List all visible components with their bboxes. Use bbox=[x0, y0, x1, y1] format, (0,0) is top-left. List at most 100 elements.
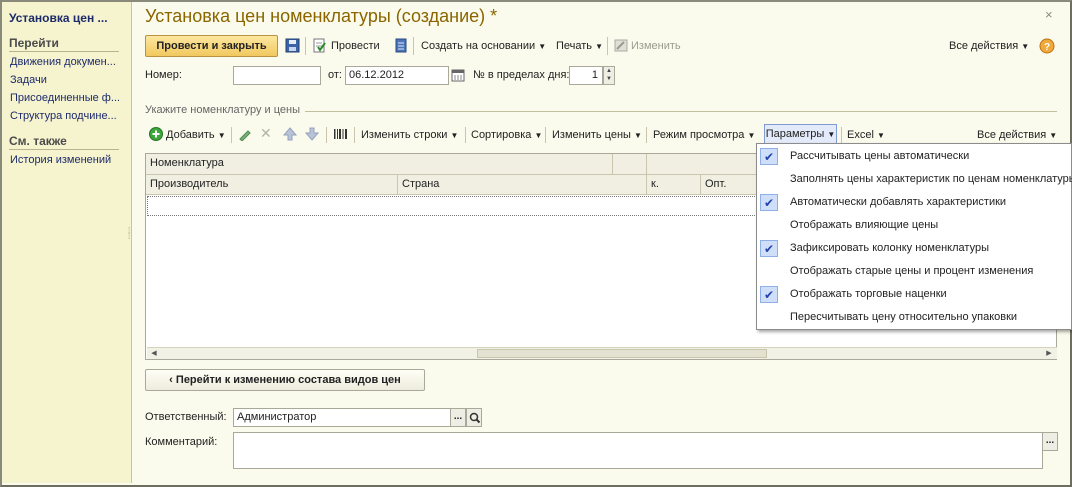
menu-item-show-old-prices[interactable]: Отображать старые цены и процент изменен… bbox=[757, 260, 1071, 283]
menu-item-label: Пересчитывать цену относительно упаковки bbox=[790, 311, 1018, 323]
nav-link-tasks[interactable]: Задачи bbox=[10, 74, 122, 86]
column-header-nomenclature[interactable]: Номенклатура bbox=[146, 154, 613, 175]
responsible-label: Ответственный: bbox=[145, 411, 227, 423]
table-all-actions-label: Все действия bbox=[977, 129, 1047, 141]
chevron-down-icon: ▼ bbox=[634, 131, 642, 140]
toolbar-separator bbox=[841, 127, 842, 143]
view-mode-menu[interactable]: Режим просмотра ▼ bbox=[653, 126, 755, 144]
nav-document-title[interactable]: Установка цен ... bbox=[9, 11, 108, 25]
pencil-icon[interactable] bbox=[238, 128, 251, 141]
panel-resize-grip-icon[interactable]: ⁞ ⁞ bbox=[128, 227, 132, 254]
column-header-country[interactable]: Страна bbox=[398, 175, 647, 195]
left-nav-panel: Установка цен ... Перейти Движения докум… bbox=[2, 2, 132, 483]
menu-item-calc-prices-auto[interactable]: ✔ Рассчитывать цены автоматически bbox=[757, 145, 1071, 168]
date-field[interactable]: 06.12.2012 bbox=[345, 66, 449, 85]
barcode-icon[interactable] bbox=[333, 127, 349, 141]
toolbar-separator bbox=[607, 37, 608, 55]
scroll-right-icon[interactable]: ▶ bbox=[1043, 348, 1055, 359]
goto-section-divider bbox=[9, 51, 119, 52]
toolbar-separator bbox=[305, 37, 306, 55]
scroll-left-icon[interactable]: ◀ bbox=[148, 348, 160, 359]
scrollbar-thumb[interactable] bbox=[477, 349, 767, 358]
close-icon[interactable]: × bbox=[1045, 7, 1053, 22]
nav-link-movements[interactable]: Движения докумен... bbox=[10, 56, 122, 68]
print-menu[interactable]: Печать ▼ bbox=[556, 36, 603, 57]
menu-item-recalc-by-package[interactable]: Пересчитывать цену относительно упаковки bbox=[757, 306, 1071, 329]
menu-item-auto-add-characteristics[interactable]: ✔ Автоматически добавлять характеристики bbox=[757, 191, 1071, 214]
checkbox-empty bbox=[760, 309, 778, 326]
sort-menu[interactable]: Сортировка ▼ bbox=[471, 126, 542, 144]
toolbar-separator bbox=[326, 127, 327, 143]
comment-expand-button[interactable]: ... bbox=[1042, 432, 1058, 451]
nav-link-change-history[interactable]: История изменений bbox=[10, 154, 122, 166]
check-icon: ✔ bbox=[760, 240, 778, 257]
number-field[interactable] bbox=[233, 66, 321, 85]
print-label: Печать bbox=[556, 40, 593, 52]
chevron-down-icon: ▼ bbox=[876, 131, 885, 140]
toolbar-separator bbox=[465, 127, 466, 143]
menu-item-label: Рассчитывать цены автоматически bbox=[790, 150, 970, 162]
help-icon[interactable]: ? bbox=[1039, 38, 1055, 54]
column-header-manufacturer[interactable]: Производитель bbox=[146, 175, 398, 195]
add-icon bbox=[149, 127, 163, 141]
edit-button[interactable]: Изменить bbox=[631, 36, 681, 57]
see-also-section-divider bbox=[9, 149, 119, 150]
chevron-down-icon: ▼ bbox=[538, 42, 547, 51]
toolbar-separator bbox=[413, 37, 414, 55]
view-mode-label: Режим просмотра bbox=[653, 129, 745, 141]
day-number-field[interactable]: 1 bbox=[569, 66, 603, 85]
change-prices-label: Изменить цены bbox=[552, 129, 631, 141]
post-button[interactable]: Провести bbox=[331, 36, 380, 57]
add-row-button[interactable]: Добавить ▼ bbox=[166, 126, 226, 144]
day-number-stepper[interactable]: ▲ ▼ bbox=[603, 66, 615, 85]
menu-item-label: Отображать старые цены и процент изменен… bbox=[790, 265, 1034, 277]
select-responsible-button[interactable]: ... bbox=[450, 408, 466, 427]
table-all-actions-menu[interactable]: Все действия ▼ bbox=[977, 126, 1057, 144]
column-header-coef[interactable]: к. bbox=[647, 175, 701, 195]
nav-link-attached-files[interactable]: Присоединенные ф... bbox=[10, 92, 122, 104]
post-document-icon bbox=[313, 38, 326, 53]
edit-icon bbox=[614, 39, 628, 52]
check-icon: ✔ bbox=[760, 286, 778, 303]
column-header-blank[interactable] bbox=[613, 154, 647, 175]
excel-label: Excel bbox=[847, 129, 874, 141]
add-row-label: Добавить bbox=[166, 129, 215, 141]
nav-link-structure[interactable]: Структура подчине... bbox=[10, 110, 122, 122]
all-actions-label: Все действия bbox=[949, 40, 1019, 52]
save-icon[interactable] bbox=[285, 38, 300, 53]
parameters-label: Параметры bbox=[765, 128, 825, 140]
create-based-on-menu[interactable]: Создать на основании ▼ bbox=[421, 36, 546, 57]
change-prices-menu[interactable]: Изменить цены ▼ bbox=[552, 126, 642, 144]
menu-item-show-trade-markups[interactable]: ✔ Отображать торговые наценки bbox=[757, 283, 1071, 306]
menu-item-show-influencing-prices[interactable]: Отображать влияющие цены bbox=[757, 214, 1071, 237]
chevron-down-icon: ▼ bbox=[450, 131, 459, 140]
horizontal-scrollbar[interactable]: ◀ ▶ bbox=[147, 347, 1057, 359]
parameters-menu-button[interactable]: Параметры ▼ bbox=[764, 124, 837, 144]
page-title: Установка цен номенклатуры (создание) * bbox=[145, 6, 498, 26]
chevron-down-icon: ▼ bbox=[534, 131, 543, 140]
check-icon: ✔ bbox=[760, 194, 778, 211]
menu-item-fix-nomenclature-column[interactable]: ✔ Зафиксировать колонку номенклатуры bbox=[757, 237, 1071, 260]
comment-field[interactable] bbox=[233, 432, 1043, 469]
responsible-field[interactable]: Администратор bbox=[233, 408, 451, 427]
parameters-dropdown-menu: ✔ Рассчитывать цены автоматически Заполня… bbox=[756, 143, 1072, 330]
change-rows-menu[interactable]: Изменить строки ▼ bbox=[361, 126, 458, 144]
go-to-price-types-button[interactable]: ‹ Перейти к изменению состава видов цен bbox=[145, 369, 425, 391]
chevron-down-icon: ▼ bbox=[217, 131, 226, 140]
menu-item-label: Автоматически добавлять характеристики bbox=[790, 196, 1007, 208]
delete-icon[interactable]: ✕ bbox=[260, 124, 272, 142]
chevron-down-icon: ▼ bbox=[1021, 42, 1030, 51]
excel-menu[interactable]: Excel ▼ bbox=[847, 126, 885, 144]
toolbar-separator bbox=[646, 127, 647, 143]
move-down-icon[interactable] bbox=[305, 127, 319, 141]
move-up-icon[interactable] bbox=[283, 127, 297, 141]
chevron-down-icon: ▼ bbox=[827, 130, 836, 139]
menu-item-label: Зафиксировать колонку номенклатуры bbox=[790, 242, 989, 254]
register-icon[interactable] bbox=[394, 38, 408, 53]
chevron-down-icon: ▼ bbox=[1049, 131, 1058, 140]
search-icon[interactable] bbox=[466, 408, 482, 427]
post-and-close-button[interactable]: Провести и закрыть bbox=[145, 35, 278, 57]
menu-item-fill-characteristic-prices[interactable]: Заполнять цены характеристик по ценам но… bbox=[757, 168, 1072, 191]
all-actions-menu[interactable]: Все действия ▼ bbox=[949, 36, 1029, 57]
calendar-icon[interactable] bbox=[451, 68, 465, 82]
